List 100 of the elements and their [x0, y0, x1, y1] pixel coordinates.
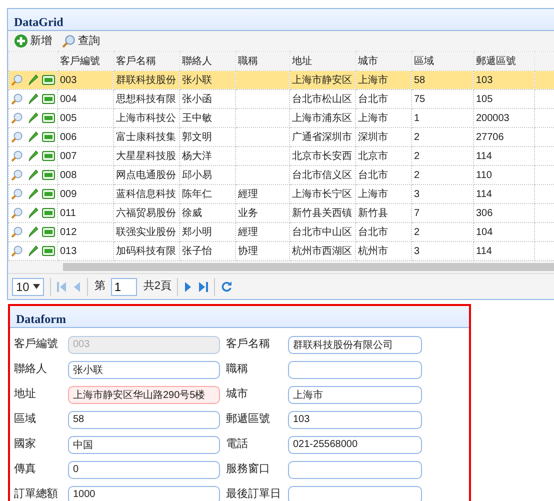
input-field[interactable] [288, 460, 422, 478]
table-cell: 上海市 [356, 184, 412, 204]
table-cell: 上海市科技公 [114, 108, 180, 128]
table-cell: 上海市静安区 [290, 70, 356, 90]
panel-title: Dataform [10, 306, 469, 328]
input-field[interactable]: 1000 [68, 486, 220, 501]
page-number-field[interactable]: 1 [111, 278, 138, 296]
pencil-icon [27, 112, 38, 124]
table-cell: 邱小易 [180, 166, 236, 184]
field-label: 傳真 [14, 462, 37, 478]
input-field[interactable]: 群联科技股份有限公司 [288, 336, 422, 354]
input-field[interactable]: 上海市 [288, 386, 422, 404]
input-field[interactable]: 中国 [68, 436, 220, 454]
pencil-icon [27, 74, 38, 86]
table-cell: 上海市浦东区 [290, 108, 356, 128]
column-header[interactable]: 職稱 [236, 52, 290, 70]
search-icon [62, 34, 76, 48]
table-cell: 27706 [474, 128, 534, 146]
input-field[interactable]: 021-25568000 [288, 436, 422, 454]
add-button[interactable]: 新增 [12, 32, 54, 50]
field-label: 客戶名稱 [226, 336, 271, 352]
page-size-select[interactable]: 10 [12, 278, 44, 296]
input-field[interactable]: 58 [68, 410, 220, 428]
caret-icon [33, 284, 40, 289]
next-page-icon [184, 282, 192, 292]
column-header[interactable]: 區域 [412, 52, 474, 70]
pencil-icon [27, 150, 38, 162]
magnifier-icon [11, 112, 23, 124]
horizontal-scrollbar[interactable] [63, 263, 554, 271]
panel-title: DataGrid [8, 9, 554, 31]
input-field[interactable] [288, 486, 422, 501]
card-icon [42, 113, 55, 123]
input-field[interactable]: 103 [288, 410, 422, 428]
input-field[interactable]: 上海市静安区华山路290号5楼 [68, 386, 220, 404]
table-cell: 新竹县关西镇 [290, 204, 356, 222]
column-header[interactable]: 客戶名稱 [114, 52, 180, 70]
column-header[interactable]: 地址 [290, 52, 356, 70]
table-cell: 北京市 [356, 146, 412, 166]
table-cell: 北京市长安西 [290, 146, 356, 166]
table-cell: 深圳市 [356, 128, 412, 146]
field-label: 區域 [14, 412, 37, 428]
table-cell: 陈年仁 [180, 184, 236, 204]
table-cell: 114 [474, 184, 534, 204]
table-cell: 台北市 [356, 166, 412, 184]
page-count-label: 共2頁 [143, 279, 172, 294]
table-cell: 006 [58, 128, 114, 146]
card-icon [42, 75, 55, 85]
table-cell: 200003 [474, 108, 534, 128]
pencil-icon [27, 245, 38, 257]
table-cell: 思想科技有限 [114, 90, 180, 108]
page-label: 第 [94, 279, 106, 294]
table-cell: 郭文明 [180, 128, 236, 146]
table-cell: 2 [412, 128, 474, 146]
card-icon [42, 189, 55, 199]
input-field[interactable]: 张小联 [68, 360, 220, 378]
table-cell: 75 [412, 90, 474, 108]
table-cell: 杨大洋 [180, 146, 236, 166]
column-header[interactable]: 城市 [356, 52, 412, 70]
field-label: 職稱 [226, 362, 249, 378]
pencil-icon [27, 188, 38, 200]
table-cell: 台北市 [356, 222, 412, 242]
field-label: 城市 [226, 386, 249, 402]
table-cell: 經理 [236, 184, 290, 204]
table-cell: 业务 [236, 204, 290, 222]
pencil-icon [27, 226, 38, 238]
table-cell: 六福贸易股份 [114, 204, 180, 222]
table-cell: 3 [412, 184, 474, 204]
table-cell: 104 [474, 222, 534, 242]
input-field[interactable]: 0 [68, 460, 220, 478]
column-header[interactable]: 郵遞區號 [474, 52, 534, 70]
table-cell: 大星星科技股 [114, 146, 180, 166]
table-cell: 103 [474, 70, 534, 90]
table-cell: 群联科技股份 [114, 70, 180, 90]
card-icon [42, 227, 55, 237]
table-cell: 徐威 [180, 204, 236, 222]
table-cell: 58 [412, 70, 474, 90]
table-cell: 110 [474, 166, 534, 184]
field-label: 郵遞區號 [226, 412, 271, 428]
table-cell: 台北市松山区 [290, 90, 356, 108]
magnifier-icon [11, 207, 23, 219]
table-cell: 张小联 [180, 70, 236, 90]
plus-icon [14, 34, 28, 48]
field-label: 服務窗口 [226, 462, 271, 478]
input-field[interactable] [288, 360, 422, 378]
table-cell: 2 [412, 146, 474, 166]
magnifier-icon [11, 245, 23, 257]
search-button[interactable]: 查詢 [60, 32, 102, 50]
table-cell: 上海市长宁区 [290, 184, 356, 204]
table-cell: 富士康科技集 [114, 128, 180, 146]
table-cell: 005 [58, 108, 114, 128]
column-header[interactable]: 聯絡人 [180, 52, 236, 70]
last-page-icon [198, 282, 208, 292]
card-icon [42, 208, 55, 218]
pencil-icon [27, 131, 38, 143]
previous-page-icon [73, 282, 82, 292]
field-label: 國家 [14, 436, 37, 452]
table-cell: 张小函 [180, 90, 236, 108]
field-label: 訂單總額 [14, 486, 59, 501]
card-icon [42, 170, 55, 180]
column-header[interactable]: 客戶編號 [58, 52, 114, 70]
